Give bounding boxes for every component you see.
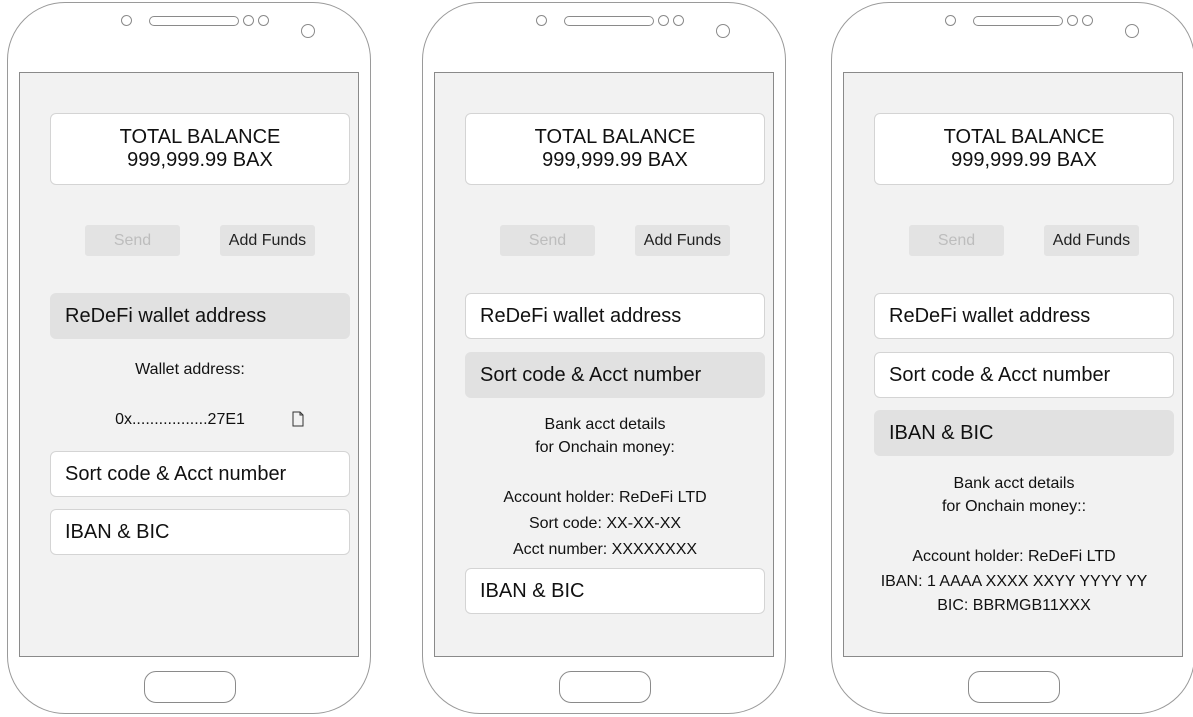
send-button[interactable]: Send bbox=[85, 225, 180, 256]
section-sort-code[interactable]: Sort code & Acct number bbox=[465, 352, 765, 398]
home-button[interactable] bbox=[559, 671, 651, 703]
section-sort-code[interactable]: Sort code & Acct number bbox=[50, 451, 350, 497]
section-iban-bic[interactable]: IBAN & BIC bbox=[465, 568, 765, 614]
phone-frame-2: TOTAL BALANCE 999,999.99 BAX Send Add Fu… bbox=[422, 2, 786, 714]
sort-code-value: Sort code: XX-XX-XX bbox=[528, 515, 682, 532]
screen: TOTAL BALANCE 999,999.99 BAX Send Add Fu… bbox=[19, 72, 359, 657]
add-funds-button[interactable]: Add Funds bbox=[635, 225, 730, 256]
details-subtitle: for Onchain money:: bbox=[941, 498, 1087, 515]
section-wallet-address[interactable]: ReDeFi wallet address bbox=[465, 293, 765, 339]
section-iban-bic[interactable]: IBAN & BIC bbox=[874, 410, 1174, 456]
total-balance-card: TOTAL BALANCE 999,999.99 BAX bbox=[465, 113, 765, 185]
send-button[interactable]: Send bbox=[909, 225, 1004, 256]
details-subtitle: for Onchain money: bbox=[535, 439, 675, 456]
iban-value: IBAN: 1 AAAA XXXX XXYY YYYY YY bbox=[880, 573, 1148, 590]
section-wallet-address[interactable]: ReDeFi wallet address bbox=[874, 293, 1174, 339]
add-funds-button[interactable]: Add Funds bbox=[1044, 225, 1139, 256]
sensor-icon bbox=[945, 15, 956, 26]
phone-frame-3: TOTAL BALANCE 999,999.99 BAX Send Add Fu… bbox=[831, 2, 1193, 714]
sensor-icon bbox=[1067, 15, 1078, 26]
home-button[interactable] bbox=[968, 671, 1060, 703]
sensor-icon bbox=[121, 15, 132, 26]
camera-icon bbox=[1125, 24, 1139, 38]
section-iban-bic[interactable]: IBAN & BIC bbox=[50, 509, 350, 555]
phone-frame-1: TOTAL BALANCE 999,999.99 BAX Send Add Fu… bbox=[7, 2, 371, 714]
details-title: Bank acct details bbox=[544, 416, 666, 433]
bic-value: BIC: BBRMGB11XXX bbox=[937, 597, 1091, 614]
balance-label: TOTAL BALANCE bbox=[534, 126, 696, 148]
send-button[interactable]: Send bbox=[500, 225, 595, 256]
camera-icon bbox=[716, 24, 730, 38]
speaker-icon bbox=[564, 16, 654, 26]
total-balance-card: TOTAL BALANCE 999,999.99 BAX bbox=[50, 113, 350, 185]
section-wallet-address[interactable]: ReDeFi wallet address bbox=[50, 293, 350, 339]
camera-icon bbox=[301, 24, 315, 38]
add-funds-button[interactable]: Add Funds bbox=[220, 225, 315, 256]
balance-value: 999,999.99 BAX bbox=[127, 149, 273, 171]
account-holder: Account holder: ReDeFi LTD bbox=[912, 548, 1116, 565]
balance-label: TOTAL BALANCE bbox=[943, 126, 1105, 148]
copy-icon[interactable] bbox=[292, 411, 304, 427]
sensor-icon bbox=[1082, 15, 1093, 26]
home-button[interactable] bbox=[144, 671, 236, 703]
screen: TOTAL BALANCE 999,999.99 BAX Send Add Fu… bbox=[843, 72, 1183, 657]
sensor-icon bbox=[658, 15, 669, 26]
speaker-icon bbox=[973, 16, 1063, 26]
balance-value: 999,999.99 BAX bbox=[951, 149, 1097, 171]
sensor-icon bbox=[243, 15, 254, 26]
screen: TOTAL BALANCE 999,999.99 BAX Send Add Fu… bbox=[434, 72, 774, 657]
sensor-icon bbox=[258, 15, 269, 26]
sensor-icon bbox=[536, 15, 547, 26]
sensor-icon bbox=[673, 15, 684, 26]
balance-value: 999,999.99 BAX bbox=[542, 149, 688, 171]
wallet-address-label: Wallet address: bbox=[135, 361, 245, 378]
acct-number-value: Acct number: XXXXXXXX bbox=[512, 541, 698, 558]
balance-label: TOTAL BALANCE bbox=[119, 126, 281, 148]
total-balance-card: TOTAL BALANCE 999,999.99 BAX bbox=[874, 113, 1174, 185]
speaker-icon bbox=[149, 16, 239, 26]
details-title: Bank acct details bbox=[953, 475, 1075, 492]
account-holder: Account holder: ReDeFi LTD bbox=[503, 489, 707, 506]
section-sort-code[interactable]: Sort code & Acct number bbox=[874, 352, 1174, 398]
